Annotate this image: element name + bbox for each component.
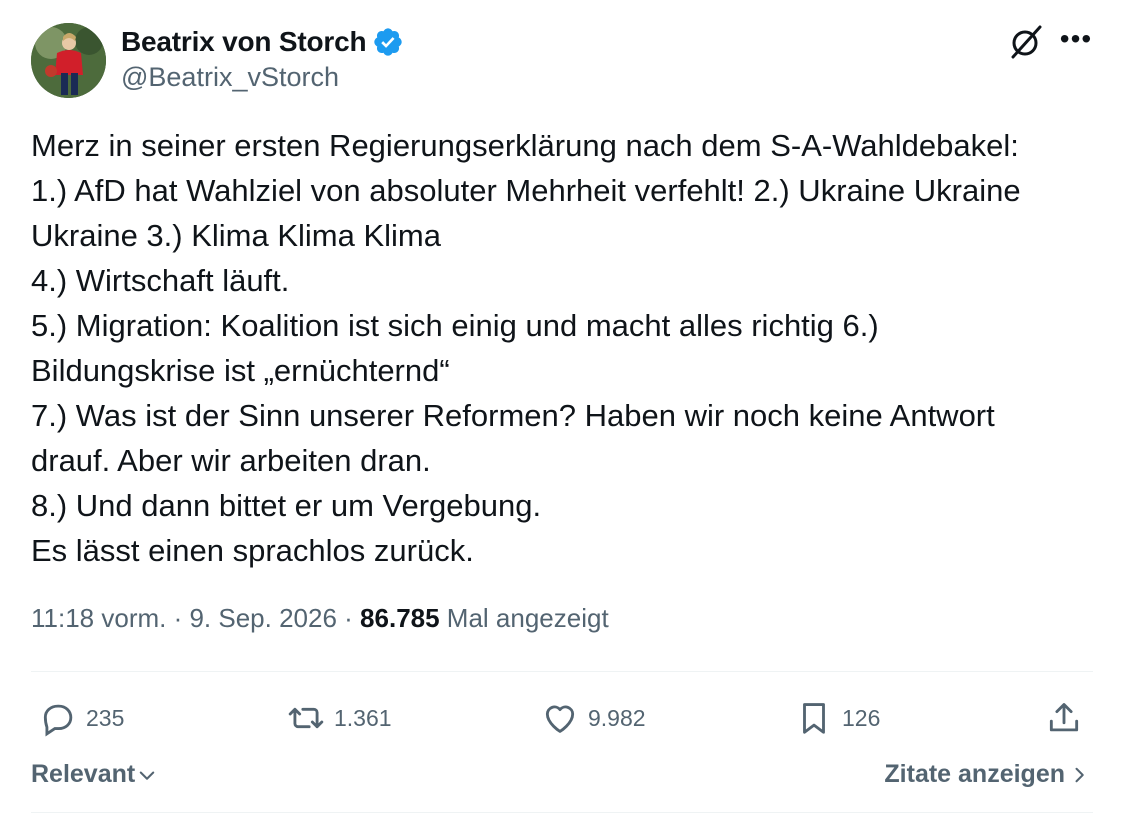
meta-separator: · <box>336 603 361 633</box>
sort-dropdown[interactable]: Relevant <box>31 760 157 789</box>
tweet-line: 4.) Wirtschaft läuft. <box>31 263 290 298</box>
avatar[interactable] <box>31 23 106 98</box>
views-label: Mal angezeigt <box>439 603 609 633</box>
tweet-line: Merz in seiner ersten Regierungserklärun… <box>31 128 1019 163</box>
chevron-right-icon <box>1075 767 1084 782</box>
avatar-image <box>31 23 106 98</box>
tweet-line: drauf. Aber wir arbeiten dran. <box>31 443 431 478</box>
repost-icon <box>288 707 324 729</box>
tweet-time[interactable]: 11:18 vorm. <box>31 603 166 633</box>
share-button[interactable] <box>1045 694 1083 742</box>
like-button[interactable]: 9.982 <box>541 694 646 742</box>
verified-badge-icon[interactable] <box>372 26 404 58</box>
quotes-label: Zitate anzeigen <box>884 760 1065 788</box>
sort-label: Relevant <box>31 760 136 788</box>
action-bar: 235 1.361 9.982 126 <box>31 694 1093 742</box>
tweet-line: Ukraine 3.) Klima Klima Klima <box>31 218 441 253</box>
bookmark-count: 126 <box>842 704 881 731</box>
tweet-line: 5.) Migration: Koalition ist sich einig … <box>31 308 879 343</box>
reply-count: 235 <box>86 704 125 731</box>
tweet-date[interactable]: 9. Sep. 2026 <box>189 603 336 633</box>
more-icon[interactable]: ••• <box>1058 25 1094 57</box>
views-count: 86.785 <box>360 603 440 633</box>
author-name-row: Beatrix von Storch <box>121 26 404 58</box>
share-icon <box>1049 703 1079 732</box>
grok-icon[interactable] <box>1007 23 1045 61</box>
repost-button[interactable]: 1.361 <box>287 694 392 742</box>
reply-icon <box>43 704 73 737</box>
repost-count: 1.361 <box>334 704 392 731</box>
bookmark-button[interactable]: 126 <box>795 694 880 742</box>
tweet-line: 8.) Und dann bittet er um Vergebung. <box>31 488 542 523</box>
tweet-line: Es lässt einen sprachlos zurück. <box>31 533 474 568</box>
heart-icon <box>545 705 575 733</box>
like-count: 9.982 <box>588 704 646 731</box>
show-quotes-link[interactable]: Zitate anzeigen <box>884 760 1089 789</box>
tweet-line: 7.) Was ist der Sinn unserer Reformen? H… <box>31 398 995 433</box>
reply-button[interactable]: 235 <box>39 694 124 742</box>
tweet-meta: 11:18 vorm. · 9. Sep. 2026 · 86.785 Mal … <box>31 603 609 634</box>
tweet-text: Merz in seiner ersten Regierungserklärun… <box>31 123 1101 573</box>
chevron-down-icon <box>139 771 155 780</box>
divider <box>31 812 1093 813</box>
tweet-line: 1.) AfD hat Wahlziel von absoluter Mehrh… <box>31 173 1021 208</box>
author-display-name[interactable]: Beatrix von Storch <box>121 26 367 58</box>
meta-separator: · <box>166 603 190 633</box>
divider <box>31 671 1093 672</box>
author-handle[interactable]: @Beatrix_vStorch <box>121 62 339 93</box>
bookmark-icon <box>803 703 825 734</box>
tweet-line: Bildungskrise ist „ernüchternd“ <box>31 353 450 388</box>
